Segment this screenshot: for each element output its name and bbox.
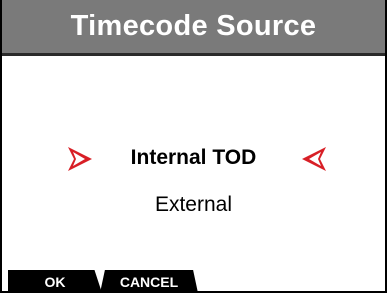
timecode-source-menu: Timecode Source Internal TOD External OK… — [0, 0, 387, 293]
ok-button[interactable]: OK — [8, 270, 102, 291]
menu-header: Timecode Source — [2, 0, 385, 56]
menu-title: Timecode Source — [70, 10, 317, 42]
cancel-button[interactable]: CANCEL — [100, 270, 198, 291]
selection-chevron-left-icon — [302, 147, 326, 171]
option-external[interactable]: External — [2, 193, 385, 217]
